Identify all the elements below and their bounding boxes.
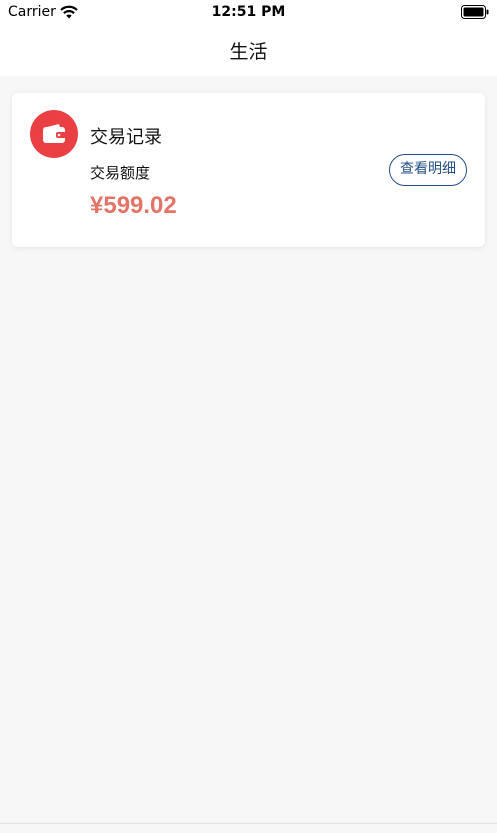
navigation-bar: 生活 <box>0 28 497 76</box>
page-title: 生活 <box>229 41 268 63</box>
card-title: 交易记录 <box>90 127 162 148</box>
card-subtitle: 交易额度 <box>90 164 151 182</box>
screen: Carrier 12:51 PM 生活 交易记录 交易额度 ¥599.02 查看 <box>0 0 497 833</box>
wallet-icon <box>43 124 66 143</box>
status-bar: Carrier 12:51 PM <box>0 0 497 28</box>
transaction-card[interactable]: 交易记录 交易额度 ¥599.02 查看明细 <box>12 93 485 247</box>
view-details-button[interactable]: 查看明细 <box>389 154 467 186</box>
status-time: 12:51 PM <box>211 4 286 20</box>
wallet-badge <box>30 110 78 158</box>
bottom-divider <box>0 823 497 833</box>
transaction-amount: ¥599.02 <box>90 192 177 219</box>
battery-icon <box>461 5 489 19</box>
